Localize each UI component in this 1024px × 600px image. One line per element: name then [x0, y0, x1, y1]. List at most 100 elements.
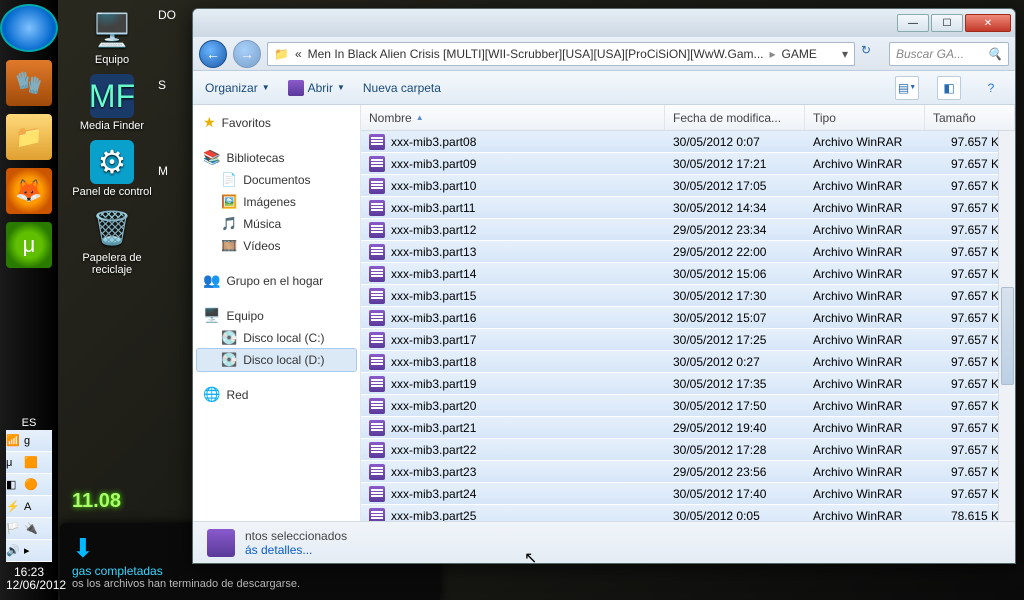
drive-icon: 💽 [221, 330, 237, 346]
language-indicator[interactable]: ES [6, 416, 52, 430]
file-row[interactable]: xxx-mib3.part1730/05/2012 17:25Archivo W… [361, 329, 1015, 351]
col-size[interactable]: Tamaño [925, 105, 1015, 130]
app-icon: MF [90, 74, 134, 118]
address-dropdown-icon[interactable]: ▾ [842, 47, 848, 61]
file-row[interactable]: xxx-mib3.part1430/05/2012 15:06Archivo W… [361, 263, 1015, 285]
file-row[interactable]: xxx-mib3.part0830/05/2012 0:07Archivo Wi… [361, 131, 1015, 153]
tray-icon[interactable]: 🟧 [24, 456, 38, 470]
status-selection: ntos seleccionados [245, 529, 347, 543]
toast-title: gas completadas [72, 564, 428, 578]
sidebar-documents[interactable]: 📄Documentos [197, 169, 356, 191]
file-row[interactable]: xxx-mib3.part1030/05/2012 17:05Archivo W… [361, 175, 1015, 197]
sidebar-videos[interactable]: 🎞️Vídeos [197, 235, 356, 257]
preview-pane-button[interactable]: ◧ [937, 76, 961, 100]
tray-icon[interactable]: ⚡ [6, 500, 20, 514]
column-headers: Nombre▲ Fecha de modifica... Tipo Tamaño [361, 105, 1015, 131]
videos-icon: 🎞️ [221, 238, 237, 254]
rar-icon [369, 354, 385, 370]
titlebar[interactable]: — ☐ ✕ [193, 9, 1015, 37]
back-button[interactable]: ← [199, 40, 227, 68]
tray-icon[interactable]: A [24, 500, 38, 514]
sidebar-favorites[interactable]: ★Favoritos [197, 111, 356, 134]
tray-chevron-icon[interactable]: ▸ [24, 544, 38, 558]
rar-icon [369, 244, 385, 260]
file-type: Archivo WinRAR [805, 223, 925, 237]
minimize-button[interactable]: — [897, 14, 929, 32]
refresh-button[interactable]: ↻ [861, 43, 883, 65]
file-row[interactable]: xxx-mib3.part1830/05/2012 0:27Archivo Wi… [361, 351, 1015, 373]
chevron-right-icon[interactable]: ▸ [770, 47, 776, 61]
sidebar-computer[interactable]: 🖥️Equipo [197, 304, 356, 327]
cmd-open[interactable]: Abrir▼ [288, 80, 345, 96]
sidebar-drive-c[interactable]: 💽Disco local (C:) [197, 327, 356, 349]
vertical-scrollbar[interactable] [998, 131, 1015, 521]
close-button[interactable]: ✕ [965, 14, 1011, 32]
file-row[interactable]: xxx-mib3.part2030/05/2012 17:50Archivo W… [361, 395, 1015, 417]
file-row[interactable]: xxx-mib3.part1530/05/2012 17:30Archivo W… [361, 285, 1015, 307]
dock-firefox[interactable]: 🦊 [6, 168, 52, 214]
file-row[interactable]: xxx-mib3.part1930/05/2012 17:35Archivo W… [361, 373, 1015, 395]
tray-icon[interactable]: 📶 [6, 434, 20, 448]
rar-icon [369, 332, 385, 348]
desktop-icon-controlpanel[interactable]: ⚙ Panel de control [72, 140, 152, 198]
file-row[interactable]: xxx-mib3.part2230/05/2012 17:28Archivo W… [361, 439, 1015, 461]
col-type[interactable]: Tipo [805, 105, 925, 130]
file-date: 29/05/2012 23:56 [665, 465, 805, 479]
rar-icon [369, 178, 385, 194]
start-button[interactable] [0, 4, 58, 52]
desktop-icon-equipo[interactable]: 🖥️ Equipo [72, 8, 152, 66]
address-bar[interactable]: 📁 « Men In Black Alien Crisis [MULTI][WI… [267, 42, 855, 66]
file-list[interactable]: xxx-mib3.part0830/05/2012 0:07Archivo Wi… [361, 131, 1015, 521]
breadcrumb-folder[interactable]: Men In Black Alien Crisis [MULTI][WII-Sc… [308, 47, 764, 61]
file-row[interactable]: xxx-mib3.part2430/05/2012 17:40Archivo W… [361, 483, 1015, 505]
dock-utorrent[interactable]: μ [6, 222, 52, 268]
scrollbar-thumb[interactable] [1001, 287, 1014, 385]
tray-flag-icon[interactable]: 🏳️ [6, 522, 20, 536]
view-options-button[interactable]: ▤▼ [895, 76, 919, 100]
file-type: Archivo WinRAR [805, 201, 925, 215]
desktop-icon-recyclebin[interactable]: 🗑️ Papelera de reciclaje [72, 206, 152, 276]
file-row[interactable]: xxx-mib3.part2129/05/2012 19:40Archivo W… [361, 417, 1015, 439]
file-row[interactable]: xxx-mib3.part1329/05/2012 22:00Archivo W… [361, 241, 1015, 263]
file-row[interactable]: xxx-mib3.part1130/05/2012 14:34Archivo W… [361, 197, 1015, 219]
tray-power-icon[interactable]: 🔌 [24, 522, 38, 536]
status-details-link[interactable]: ás detalles... [245, 543, 347, 557]
sidebar-homegroup[interactable]: 👥Grupo en el hogar [197, 269, 356, 292]
rar-icon [207, 529, 235, 557]
tray-icon[interactable]: ◧ [6, 478, 20, 492]
search-box[interactable]: Buscar GA... 🔍 [889, 42, 1009, 66]
file-row[interactable]: xxx-mib3.part2329/05/2012 23:56Archivo W… [361, 461, 1015, 483]
rar-icon [369, 222, 385, 238]
cmd-organize[interactable]: Organizar▼ [205, 81, 270, 95]
sidebar-libraries[interactable]: 📚Bibliotecas [197, 146, 356, 169]
tray-icon[interactable]: 🟠 [24, 478, 38, 492]
sidebar-network[interactable]: 🌐Red [197, 383, 356, 406]
sidebar-drive-d[interactable]: 💽Disco local (D:) [197, 349, 356, 371]
tray-sound-icon[interactable]: 🔊 [6, 544, 20, 558]
tray-icon[interactable]: μ [6, 456, 20, 470]
col-name[interactable]: Nombre▲ [361, 105, 665, 130]
tray-icon[interactable]: g [24, 434, 38, 448]
help-button[interactable]: ? [979, 76, 1003, 100]
search-placeholder: Buscar GA... [896, 47, 964, 61]
col-date[interactable]: Fecha de modifica... [665, 105, 805, 130]
sidebar-music[interactable]: 🎵Música [197, 213, 356, 235]
file-row[interactable]: xxx-mib3.part0930/05/2012 17:21Archivo W… [361, 153, 1015, 175]
dock-app-1[interactable]: 🧤 [6, 60, 52, 106]
file-row[interactable]: xxx-mib3.part1630/05/2012 15:07Archivo W… [361, 307, 1015, 329]
breadcrumb-current[interactable]: GAME [782, 47, 817, 61]
maximize-button[interactable]: ☐ [931, 14, 963, 32]
dock-explorer[interactable]: 📁 [6, 114, 52, 160]
desktop-icon-mediafinder[interactable]: MF Media Finder [72, 74, 152, 132]
chevron-down-icon: ▼ [262, 83, 270, 92]
cmd-newfolder[interactable]: Nueva carpeta [363, 81, 441, 95]
file-name: xxx-mib3.part20 [391, 399, 476, 413]
file-date: 29/05/2012 22:00 [665, 245, 805, 259]
explorer-window: — ☐ ✕ ← → 📁 « Men In Black Alien Crisis … [192, 8, 1016, 564]
forward-button[interactable]: → [233, 40, 261, 68]
file-row[interactable]: xxx-mib3.part1229/05/2012 23:34Archivo W… [361, 219, 1015, 241]
taskbar-clock[interactable]: 16:23 12/06/2012 [6, 566, 52, 592]
file-date: 30/05/2012 17:35 [665, 377, 805, 391]
sidebar-pictures[interactable]: 🖼️Imágenes [197, 191, 356, 213]
file-row[interactable]: xxx-mib3.part2530/05/2012 0:05Archivo Wi… [361, 505, 1015, 521]
